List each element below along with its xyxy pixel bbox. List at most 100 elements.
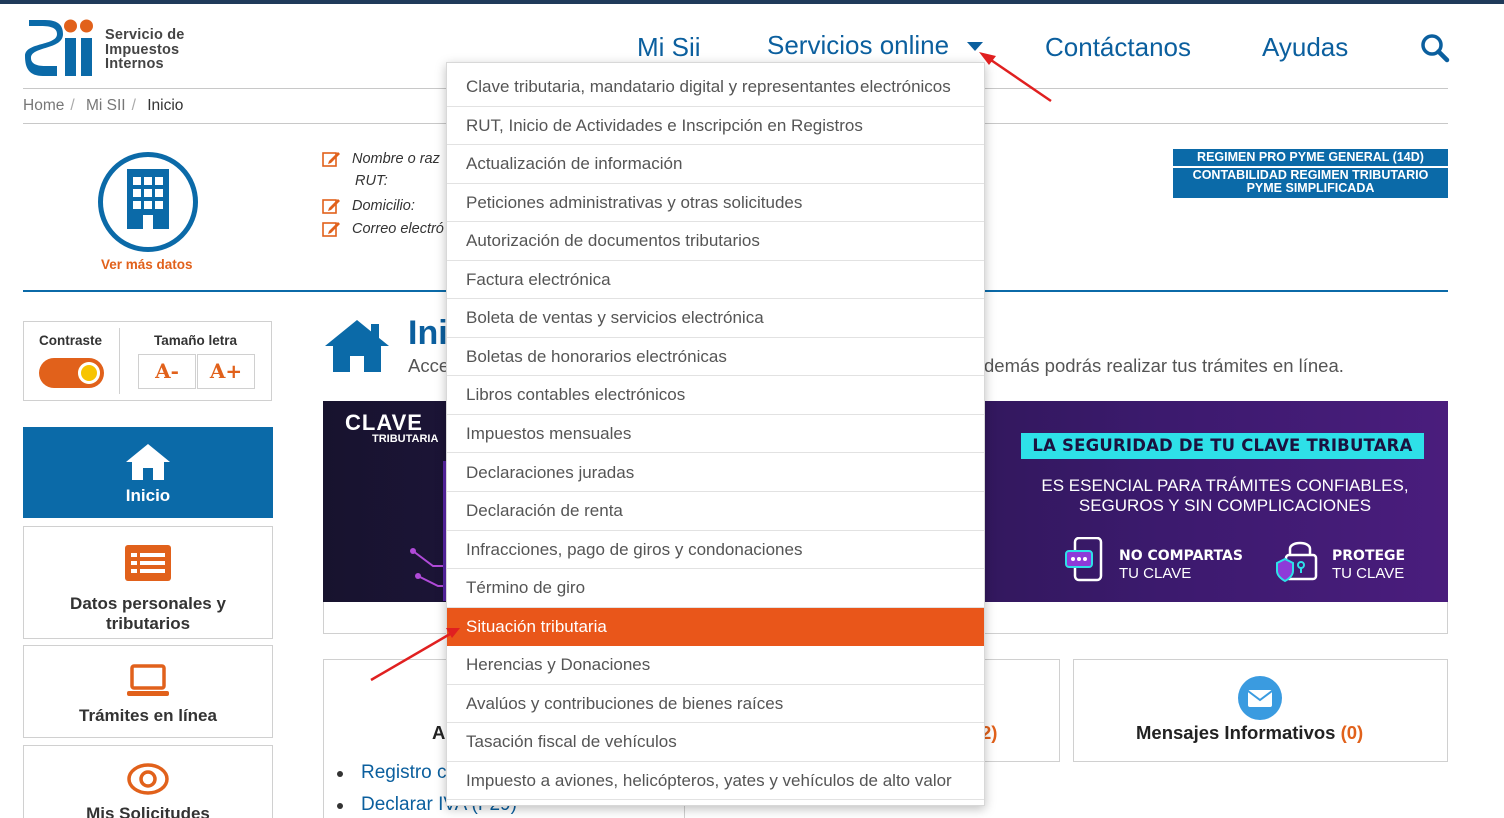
font-increase-button[interactable]: A+ <box>197 354 255 389</box>
eye-icon <box>127 763 169 795</box>
ver-mas-datos-link[interactable]: Ver más datos <box>101 257 193 272</box>
banner-subtitle-line: ES ESENCIAL PARA TRÁMITES CONFIABLES, <box>1041 476 1409 495</box>
banner-tag-no-compartas: NO COMPARTAS TU CLAVE <box>1119 547 1243 583</box>
dropdown-item[interactable]: Boleta de ventas y servicios electrónica <box>447 299 984 338</box>
annotation-arrow <box>987 56 1052 103</box>
dropdown-item[interactable]: Declaración de renta <box>447 492 984 531</box>
tag-subtitle: TU CLAVE <box>1119 565 1192 582</box>
phone-password-icon <box>1065 537 1103 582</box>
dropdown-item[interactable]: Impuesto a aviones, helicópteros, yates … <box>447 762 984 801</box>
laptop-icon <box>127 664 169 696</box>
servicios-online-dropdown: Clave tributaria, mandatario digital y r… <box>446 62 985 806</box>
home-icon <box>126 444 170 480</box>
field-label: Domicilio: <box>352 197 415 214</box>
dropdown-item[interactable]: RUT, Inicio de Actividades e Inscripción… <box>447 107 984 146</box>
dropdown-item[interactable]: Peticiones administrativas y otras solic… <box>447 184 984 223</box>
dropdown-item[interactable]: Herencias y Donaciones <box>447 646 984 685</box>
dropdown-item[interactable]: Factura electrónica <box>447 261 984 300</box>
breadcrumb: Home / Mi SII / Inicio <box>23 97 187 115</box>
logo-text: Servicio de Impuestos Internos <box>105 28 185 72</box>
edit-icon[interactable] <box>322 150 342 168</box>
nav-mi-sii[interactable]: Mi Sii <box>637 32 701 63</box>
breadcrumb-current: Inicio <box>147 97 184 114</box>
nav-ayudas[interactable]: Ayudas <box>1262 32 1348 63</box>
dropdown-item[interactable]: Infracciones, pago de giros y condonacio… <box>447 531 984 570</box>
contraste-toggle[interactable] <box>39 358 104 388</box>
profile-field-nombre: Nombre o raz <box>322 150 440 168</box>
card-title-text: Mensajes Informativos <box>1136 722 1336 743</box>
dropdown-item[interactable]: Tasación fiscal de vehículos <box>447 723 984 762</box>
tag-title: NO COMPARTAS <box>1119 548 1243 564</box>
sun-icon <box>78 362 100 384</box>
dropdown-item[interactable]: Libros contables electrónicos <box>447 376 984 415</box>
link-registro[interactable]: Registro c <box>337 762 447 784</box>
sidebar-item-label: Trámites en línea <box>79 706 217 725</box>
sidebar-item-inicio[interactable]: Inicio <box>23 427 273 518</box>
home-icon <box>325 320 389 372</box>
search-icon[interactable] <box>1420 33 1450 63</box>
field-label: Correo electró <box>352 220 444 237</box>
sidebar-item-tramites[interactable]: Trámites en línea <box>23 645 273 738</box>
sidebar-item-label: Datos personales y <box>70 594 226 613</box>
sii-logo-mark <box>25 19 93 76</box>
profile-field-rut: RUT: <box>355 173 388 189</box>
nav-servicios-online[interactable]: Servicios online <box>767 30 949 61</box>
link-text: Registro c <box>361 762 447 783</box>
tag-subtitle: TU CLAVE <box>1332 565 1405 582</box>
profile-field-domicilio: Domicilio: <box>322 197 415 215</box>
sidebar-item-datos[interactable]: Datos personales y tributarios <box>23 526 273 639</box>
brand-word: CLAVE <box>345 410 423 435</box>
regimen-line: PYME SIMPLIFICADA <box>1246 181 1375 195</box>
sidebar-item-solicitudes[interactable]: Mis Solicitudes <box>23 745 273 818</box>
dropdown-item[interactable]: Término de giro <box>447 569 984 608</box>
sidebar-item-label: tributarios <box>105 614 191 633</box>
card-left-title: A <box>432 722 446 743</box>
logo-line-1: Servicio de <box>105 27 185 43</box>
dropdown-item[interactable]: Declaraciones juradas <box>447 454 984 492</box>
regimen-badge: CONTABILIDAD REGIMEN TRIBUTARIO PYME SIM… <box>1173 168 1448 198</box>
regimen-badge: REGIMEN PRO PYME GENERAL (14D) <box>1173 149 1448 166</box>
divider <box>119 328 120 394</box>
clave-tributaria-logo: CLAVE TRIBUTARIA <box>345 412 438 445</box>
list-card-icon <box>125 545 171 581</box>
edit-icon[interactable] <box>322 220 342 238</box>
dropdown-item[interactable]: Clave tributaria, mandatario digital y r… <box>447 68 984 107</box>
tag-title: PROTEGE <box>1332 548 1406 564</box>
sidebar-item-label: Mis Solicitudes <box>86 804 210 818</box>
mail-icon <box>1238 676 1282 720</box>
profile-field-correo: Correo electró <box>322 220 444 238</box>
banner-tag-protege: PROTEGE TU CLAVE <box>1332 547 1405 583</box>
dropdown-item[interactable]: Impuestos mensuales <box>447 415 984 454</box>
brand-word: TRIBUTARIA <box>372 433 439 445</box>
caret-down-icon[interactable] <box>967 42 983 51</box>
banner-subtitle-line: SEGUROS Y SIN COMPLICACIONES <box>1078 496 1372 515</box>
contraste-label: Contraste <box>39 333 103 348</box>
sidebar-item-label: Inicio <box>125 486 171 505</box>
nav-contactanos[interactable]: Contáctanos <box>1045 32 1191 63</box>
banner-headline: LA SEGURIDAD DE TU CLAVE TRIBUTARA <box>1021 433 1424 459</box>
breadcrumb-separator: / <box>131 97 136 114</box>
font-decrease-button[interactable]: A- <box>138 354 196 389</box>
accessibility-panel: Contraste Tamaño letra A- A+ <box>23 321 272 401</box>
page-description: Acce <box>408 355 450 376</box>
breadcrumb-home[interactable]: Home <box>23 97 64 114</box>
lock-shield-icon <box>1276 541 1318 583</box>
top-accent-bar <box>0 0 1504 4</box>
banner-subtitle: ES ESENCIAL PARA TRÁMITES CONFIABLES, SE… <box>1000 476 1450 516</box>
page-title: Ini <box>408 314 448 352</box>
logo-line-3: Internos <box>105 56 164 72</box>
breadcrumb-mi-sii[interactable]: Mi SII <box>86 97 126 114</box>
dropdown-item[interactable]: Boletas de honorarios electrónicas <box>447 338 984 377</box>
logo-line-2: Impuestos <box>105 41 180 58</box>
breadcrumb-separator: / <box>70 97 75 114</box>
building-avatar[interactable] <box>98 152 198 252</box>
page-description-end: demás podrás realizar tus trámites en lí… <box>984 355 1344 376</box>
tamano-letra-label: Tamaño letra <box>154 333 238 348</box>
dropdown-item[interactable]: Avalúos y contribuciones de bienes raíce… <box>447 685 984 724</box>
edit-icon[interactable] <box>322 197 342 215</box>
dropdown-item[interactable]: Situación tributaria <box>447 607 984 647</box>
card-mensajes-title: Mensajes Informativos (0) <box>1136 722 1363 744</box>
dropdown-item[interactable]: Actualización de información <box>447 145 984 184</box>
dropdown-item[interactable]: Autorización de documentos tributarios <box>447 222 984 261</box>
field-label: Nombre o raz <box>352 150 440 167</box>
